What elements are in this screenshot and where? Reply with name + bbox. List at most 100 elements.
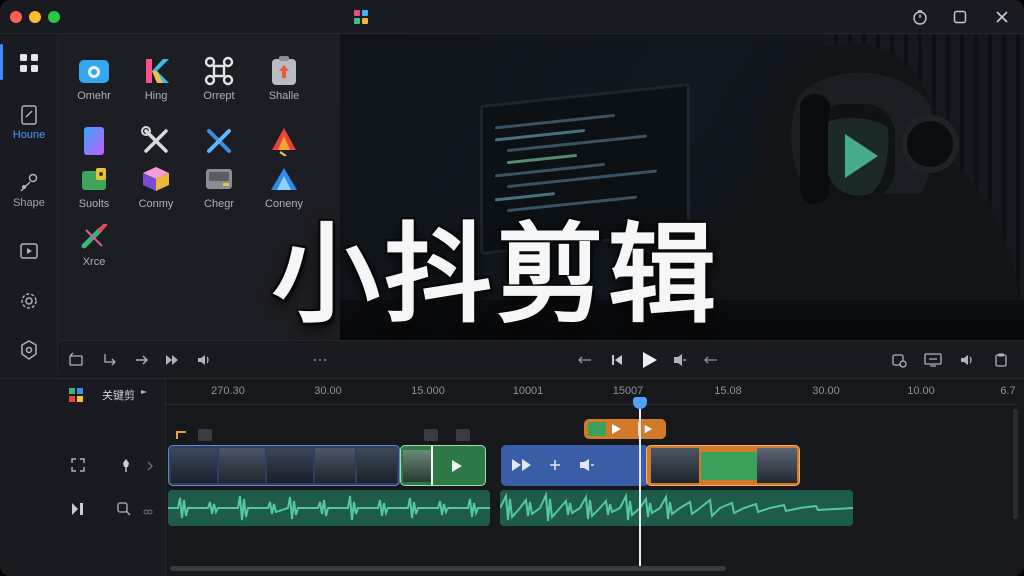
undo-icon[interactable] bbox=[67, 351, 85, 369]
video-clip[interactable] bbox=[646, 445, 800, 486]
video-clip[interactable] bbox=[168, 445, 400, 486]
ruler-tick-label: 15.08 bbox=[714, 385, 742, 397]
ruler-tick-label: 30.00 bbox=[314, 385, 342, 397]
app-window: Houne Shape Omehr Hing Orrept Shalle Suo… bbox=[0, 0, 1024, 576]
sidebar-item-settings[interactable] bbox=[0, 290, 58, 312]
fullscreen-icon[interactable] bbox=[992, 351, 1010, 369]
crop-icon[interactable] bbox=[890, 351, 908, 369]
gradient-card-icon bbox=[77, 124, 111, 158]
video-clip[interactable] bbox=[501, 445, 649, 486]
next-frame-icon[interactable] bbox=[670, 351, 688, 369]
marker-chip[interactable] bbox=[424, 429, 438, 441]
close-icon[interactable] bbox=[992, 7, 1012, 27]
display-icon[interactable] bbox=[924, 351, 942, 369]
track-pin-icon[interactable] bbox=[118, 457, 134, 478]
video-clip[interactable] bbox=[400, 445, 486, 486]
previous-frame-icon[interactable] bbox=[608, 351, 626, 369]
track-transform-icon[interactable] bbox=[70, 457, 86, 478]
step-back-icon[interactable] bbox=[576, 351, 594, 369]
playback-controls bbox=[340, 340, 1024, 378]
tool-label: Conmy bbox=[138, 198, 174, 210]
tool-item[interactable] bbox=[184, 124, 254, 158]
playhead[interactable] bbox=[639, 397, 641, 567]
sidebar-item-badge[interactable] bbox=[0, 339, 58, 361]
sidebar-item-shape[interactable]: Shape bbox=[0, 172, 58, 209]
title-bar bbox=[0, 0, 1024, 34]
ruler-tick-label: 10.00 bbox=[907, 385, 935, 397]
camera-icon bbox=[77, 54, 111, 88]
timer-icon[interactable] bbox=[910, 7, 930, 27]
marker-chip[interactable] bbox=[198, 429, 212, 441]
zoom-window-dot[interactable] bbox=[48, 11, 60, 23]
document-edit-icon bbox=[21, 105, 37, 125]
tool-item[interactable]: Coneny bbox=[249, 162, 319, 210]
sidebar-item-label: Shape bbox=[13, 197, 45, 209]
audio-track-icon[interactable] bbox=[70, 501, 86, 522]
step-forward-icon[interactable] bbox=[702, 351, 720, 369]
maximize-icon[interactable] bbox=[950, 7, 970, 27]
tool-item[interactable] bbox=[59, 124, 129, 158]
tool-item[interactable]: Orrept bbox=[184, 54, 254, 102]
transition-chip[interactable] bbox=[584, 419, 666, 439]
timeline: 关键剪 270.30 30.00 15.000 10001 15007 15.0… bbox=[0, 378, 1024, 576]
track-dropdown-icon[interactable] bbox=[140, 388, 148, 396]
tool-item[interactable]: Suolts bbox=[59, 162, 129, 210]
tool-item[interactable]: Chegr bbox=[184, 162, 254, 210]
k-logo-icon bbox=[139, 54, 173, 88]
sidebar-item-grid[interactable] bbox=[0, 52, 58, 74]
tool-label: Chegr bbox=[204, 198, 234, 210]
upload-box-icon bbox=[267, 54, 301, 88]
play-button[interactable] bbox=[638, 349, 660, 371]
ruler-tick-label: 30.00 bbox=[812, 385, 840, 397]
audio-link-icon[interactable] bbox=[143, 504, 153, 522]
in-marker[interactable] bbox=[176, 431, 186, 439]
split-icon[interactable] bbox=[101, 351, 119, 369]
more-options-icon[interactable] bbox=[311, 351, 329, 369]
track-header-panel: 关键剪 bbox=[0, 379, 166, 576]
tool-item[interactable]: Hing bbox=[121, 54, 191, 102]
command-icon bbox=[202, 54, 236, 88]
tool-item[interactable]: Omehr bbox=[59, 54, 129, 102]
volume-icon bbox=[580, 459, 594, 471]
ruler-baseline bbox=[166, 404, 1016, 405]
close-window-dot[interactable] bbox=[10, 11, 22, 23]
wrench-screwdriver-icon bbox=[139, 124, 173, 158]
minimize-window-dot[interactable] bbox=[29, 11, 41, 23]
speaker-icon[interactable] bbox=[958, 351, 976, 369]
playhead-handle[interactable] bbox=[633, 397, 647, 409]
tool-item[interactable]: Shalle bbox=[249, 54, 319, 102]
tool-label: Coneny bbox=[265, 198, 303, 210]
audio-search-icon[interactable] bbox=[116, 501, 132, 522]
peak-icon bbox=[267, 162, 301, 196]
audio-clip[interactable] bbox=[499, 490, 854, 526]
ruler-tick-label: 10001 bbox=[512, 385, 544, 397]
time-ruler[interactable]: 270.30 30.00 15.000 10001 15007 15.08 30… bbox=[166, 379, 1024, 403]
volume-icon[interactable] bbox=[195, 351, 213, 369]
tool-item[interactable] bbox=[121, 124, 191, 158]
grid-icon bbox=[20, 54, 38, 72]
timeline-logo-icon bbox=[69, 388, 83, 402]
tool-item[interactable] bbox=[249, 124, 319, 158]
ruler-tick-label: 15.000 bbox=[411, 385, 445, 397]
track-label: 关键剪 bbox=[102, 390, 135, 402]
tool-item[interactable]: Xrce bbox=[59, 220, 129, 268]
green-lock-icon bbox=[77, 162, 111, 196]
play-icon bbox=[452, 460, 462, 472]
sidebar-item-media[interactable] bbox=[0, 240, 58, 262]
ruler-tick-label: 6.7 bbox=[1000, 385, 1016, 397]
tool-item[interactable]: Conmy bbox=[121, 162, 191, 210]
audio-waveform bbox=[168, 495, 490, 521]
cube-icon bbox=[139, 162, 173, 196]
fast-forward-icon[interactable] bbox=[163, 351, 181, 369]
sidebar-item-houne[interactable]: Houne bbox=[0, 104, 58, 141]
settings-gear-icon bbox=[21, 293, 37, 309]
tool-label: Shalle bbox=[268, 90, 300, 102]
arrow-right-icon[interactable] bbox=[133, 351, 151, 369]
tool-label: Orrept bbox=[203, 90, 235, 102]
timeline-vertical-scrollbar[interactable] bbox=[1013, 409, 1018, 519]
audio-clip[interactable] bbox=[168, 490, 490, 526]
track-expand-icon[interactable] bbox=[146, 459, 154, 477]
marker-chip[interactable] bbox=[456, 429, 470, 441]
timeline-scrollbar[interactable] bbox=[170, 566, 726, 571]
tool-label: Xrce bbox=[82, 256, 106, 268]
